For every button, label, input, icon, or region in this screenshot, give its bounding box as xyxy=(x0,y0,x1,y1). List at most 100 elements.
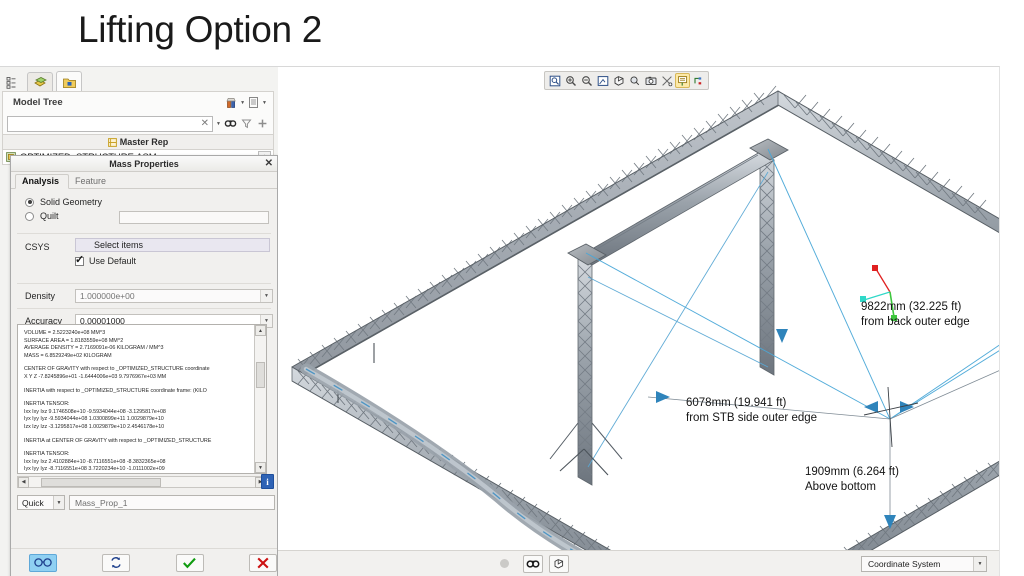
density-dropdown-caret[interactable]: ▼ xyxy=(260,290,272,302)
base-beam-back-left xyxy=(291,85,791,382)
quilt-input[interactable] xyxy=(119,211,269,224)
results-line: MASS = 6.8529249e+02 KILOGRAM xyxy=(24,352,112,359)
csys-select-items[interactable]: Select items xyxy=(75,238,270,252)
scroll-left-button[interactable]: ◀ xyxy=(18,476,29,488)
graphics-viewport[interactable]: 9822mm (32.225 ft) from back outer edge … xyxy=(278,67,999,576)
zoom-out-icon[interactable] xyxy=(579,73,594,88)
results-line: VOLUME = 2.5223240e+08 MM^3 xyxy=(24,330,106,336)
mass-properties-results[interactable]: VOLUME = 2.5223240e+08 MM^3 SURFACE AREA … xyxy=(17,324,267,474)
zoom-in-icon[interactable] xyxy=(563,73,578,88)
tab-feature[interactable]: Feature xyxy=(69,175,115,188)
quick-dropdown[interactable]: Quick ▼ xyxy=(17,495,65,510)
density-value: 1.000000e+00 xyxy=(80,291,135,301)
cross-icon xyxy=(257,557,269,568)
application-window: Model Tree ▼ ▼ ✕ ▼ Master Rep Mass Prope… xyxy=(0,66,1000,576)
mass-properties-dialog: Mass Properties ✕ Analysis Feature Solid… xyxy=(10,155,278,576)
display-icon[interactable] xyxy=(549,554,569,573)
chevron-down-icon-status[interactable]: ▼ xyxy=(973,556,986,571)
model-tree-search-row: ✕ ▼ xyxy=(2,113,274,135)
results-text: VOLUME = 2.5223240e+08 MM^3 SURFACE AREA … xyxy=(18,325,254,473)
regenerate-button[interactable] xyxy=(102,553,131,572)
glasses-icon xyxy=(34,558,52,567)
appearance-icon[interactable] xyxy=(627,73,642,88)
results-line: Ixx Ixy Ixz 2.4102884e+10 -8.7116551e+08… xyxy=(24,458,166,465)
layer-icon[interactable] xyxy=(691,73,706,88)
close-icon[interactable]: ✕ xyxy=(265,157,273,170)
annotation-abv-line2: Above bottom xyxy=(805,481,876,493)
model-tree-header: Model Tree ▼ ▼ xyxy=(2,91,274,113)
model-tree-pane: Model Tree ▼ ▼ ✕ ▼ Master Rep Mass Prope… xyxy=(0,67,278,576)
scroll-thumb[interactable] xyxy=(256,362,265,388)
results-vertical-scrollbar[interactable]: ▲ ▼ xyxy=(254,325,266,473)
chevron-down-icon-2[interactable]: ▼ xyxy=(262,100,267,106)
tree-icon xyxy=(6,76,16,89)
model-tree-title: Model Tree xyxy=(13,97,63,108)
analysis-name-input[interactable]: Mass_Prop_1 xyxy=(69,495,275,510)
annotation-above-bottom: 1909mm (6.264 ft) Above bottom xyxy=(805,465,899,495)
results-line: AVERAGE DENSITY = 2.7169091e-06 KILOGRAM… xyxy=(24,345,164,352)
chevron-down-icon-3[interactable]: ▼ xyxy=(216,121,221,127)
tower-back-left xyxy=(549,138,789,486)
graphics-toolbar xyxy=(544,71,709,90)
zoom-to-fit-icon[interactable] xyxy=(547,73,562,88)
geometry-selection-group: Solid Geometry Quilt xyxy=(11,189,277,229)
repaint-icon[interactable] xyxy=(595,73,610,88)
find-icon[interactable] xyxy=(523,554,543,573)
page-title: Lifting Option 2 xyxy=(78,9,323,50)
coordinate-system-dropdown[interactable]: Coordinate System ▼ xyxy=(861,555,987,572)
display-list-icon[interactable] xyxy=(247,96,260,109)
radio-solid-geometry[interactable]: Solid Geometry xyxy=(25,197,277,207)
status-bar: Coordinate System ▼ xyxy=(278,550,999,576)
use-default-checkbox-row[interactable]: Use Default xyxy=(75,253,136,266)
check-icon xyxy=(183,557,196,568)
hscroll-thumb[interactable] xyxy=(41,477,161,487)
display-style-icon[interactable] xyxy=(611,73,626,88)
quick-value: Quick xyxy=(22,497,44,508)
master-rep-icon xyxy=(107,137,117,147)
results-horizontal-scrollbar[interactable]: ◀ ▶ xyxy=(17,476,267,488)
annotation-stb-side-outer-edge: 6078mm (19.941 ft) from STB side outer e… xyxy=(686,396,817,426)
results-line: INERTIA TENSOR: xyxy=(24,451,70,458)
density-label: Density xyxy=(25,291,56,301)
accept-button[interactable] xyxy=(175,553,204,572)
scroll-down-button[interactable]: ▼ xyxy=(255,462,266,473)
folder-browser-tab[interactable] xyxy=(56,71,82,93)
preview-button[interactable] xyxy=(28,553,57,572)
saved-view-icon[interactable] xyxy=(643,73,658,88)
filter-icon[interactable] xyxy=(240,117,253,130)
find-icon[interactable] xyxy=(224,117,237,130)
radio-solid-indicator xyxy=(25,197,34,207)
annotation-back-outer-edge: 9822mm (32.225 ft) from back outer edge xyxy=(861,300,970,330)
quick-dropdown-caret[interactable]: ▼ xyxy=(53,496,64,509)
radio-solid-label: Solid Geometry xyxy=(40,197,103,207)
master-rep-bar[interactable]: Master Rep xyxy=(2,135,274,150)
chevron-down-icon-1[interactable]: ▼ xyxy=(240,100,245,106)
info-icon[interactable]: i xyxy=(261,474,274,489)
layer-tree-tab[interactable] xyxy=(27,72,53,93)
results-line: Iyx Iyy Iyz -8.7116551e+08 3.7220234e+10… xyxy=(24,466,165,473)
csys-label: CSYS xyxy=(25,242,50,252)
mass-properties-titlebar[interactable]: Mass Properties ✕ xyxy=(11,156,277,172)
quick-row: Quick ▼ Mass_Prop_1 xyxy=(17,494,275,511)
refresh-icon xyxy=(111,557,121,568)
model-tree-tab[interactable] xyxy=(2,72,24,93)
mass-properties-tabs: Analysis Feature xyxy=(11,172,277,189)
add-icon[interactable] xyxy=(256,117,269,130)
use-default-checkbox[interactable] xyxy=(75,253,84,266)
annotation-back-line2: from back outer edge xyxy=(861,316,970,328)
search-input[interactable]: ✕ xyxy=(7,115,214,132)
scroll-up-button[interactable]: ▲ xyxy=(255,325,266,336)
layers-icon xyxy=(33,77,47,87)
clear-search-icon[interactable]: ✕ xyxy=(201,118,209,129)
annotation-display-icon[interactable] xyxy=(675,73,690,88)
mass-properties-footer xyxy=(11,548,278,576)
csys-group: CSYS Select items Use Default xyxy=(17,233,271,283)
tab-analysis[interactable]: Analysis xyxy=(15,174,70,189)
results-line: CENTER OF GRAVITY with respect to _OPTIM… xyxy=(24,366,210,373)
datum-display-icon[interactable] xyxy=(659,73,674,88)
settings-icon[interactable] xyxy=(225,96,238,109)
cancel-button[interactable] xyxy=(249,553,278,572)
density-row: Density 1.000000e+00 ▼ xyxy=(17,283,273,308)
results-line: SURFACE AREA = 1.8183559e+08 MM^2 xyxy=(24,337,124,344)
density-input[interactable]: 1.000000e+00 ▼ xyxy=(75,289,273,303)
